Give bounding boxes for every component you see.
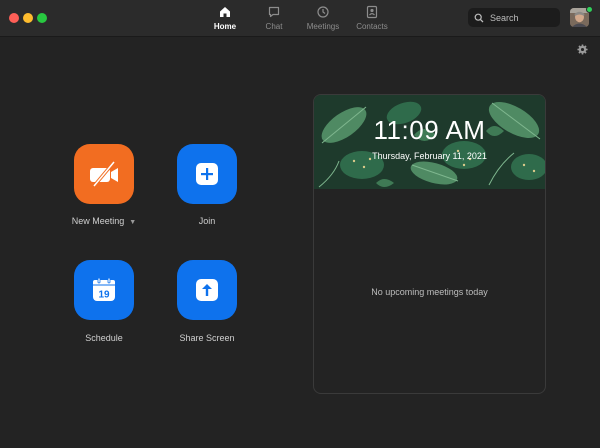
share-arrow-icon: [196, 279, 218, 301]
zoom-window-button[interactable]: [37, 13, 47, 23]
share-screen-label: Share Screen: [179, 333, 235, 343]
chat-icon: [268, 6, 280, 18]
tropical-leaves-banner: 11:09 AM Thursday, February 11, 2021: [314, 95, 545, 189]
minimize-window-button[interactable]: [23, 13, 33, 23]
join-button[interactable]: [177, 144, 237, 204]
current-time: 11:09 AM: [373, 115, 486, 145]
calendar-icon: 19: [93, 277, 115, 301]
tab-meetings-label: Meetings: [306, 22, 340, 31]
close-window-button[interactable]: [9, 13, 19, 23]
no-meetings-message: No upcoming meetings today: [371, 287, 488, 297]
home-icon: [220, 7, 230, 17]
clock-icon: [317, 6, 329, 18]
video-off-icon: [90, 160, 118, 188]
contacts-icon: [366, 5, 378, 19]
presence-status-dot: [586, 6, 593, 13]
calendar-day: 19: [98, 290, 110, 301]
title-bar: Home Chat Meetings Contacts Search: [0, 0, 600, 37]
search-input[interactable]: Search: [468, 8, 560, 27]
new-meeting-label: New Meeting: [71, 216, 125, 226]
current-date: Thursday, February 11, 2021: [372, 151, 487, 161]
schedule-button[interactable]: 19: [74, 260, 134, 320]
search-placeholder: Search: [490, 12, 519, 23]
tab-contacts-label: Contacts: [356, 22, 388, 31]
tab-chat-label: Chat: [265, 22, 283, 31]
share-screen-button[interactable]: [177, 260, 237, 320]
tab-contacts[interactable]: Contacts: [342, 5, 402, 33]
tab-home-label: Home: [213, 22, 237, 31]
schedule-label: Schedule: [85, 333, 123, 343]
upcoming-meetings-card: 11:09 AM Thursday, February 11, 2021 No …: [313, 94, 546, 394]
new-meeting-label-row: New Meeting ▼: [54, 216, 154, 226]
plus-icon: [196, 163, 218, 185]
join-label: Join: [198, 216, 216, 226]
search-icon: [474, 13, 484, 22]
new-meeting-button[interactable]: [74, 144, 134, 204]
settings-gear-icon[interactable]: [577, 44, 588, 55]
chevron-down-icon[interactable]: ▼: [129, 219, 136, 226]
